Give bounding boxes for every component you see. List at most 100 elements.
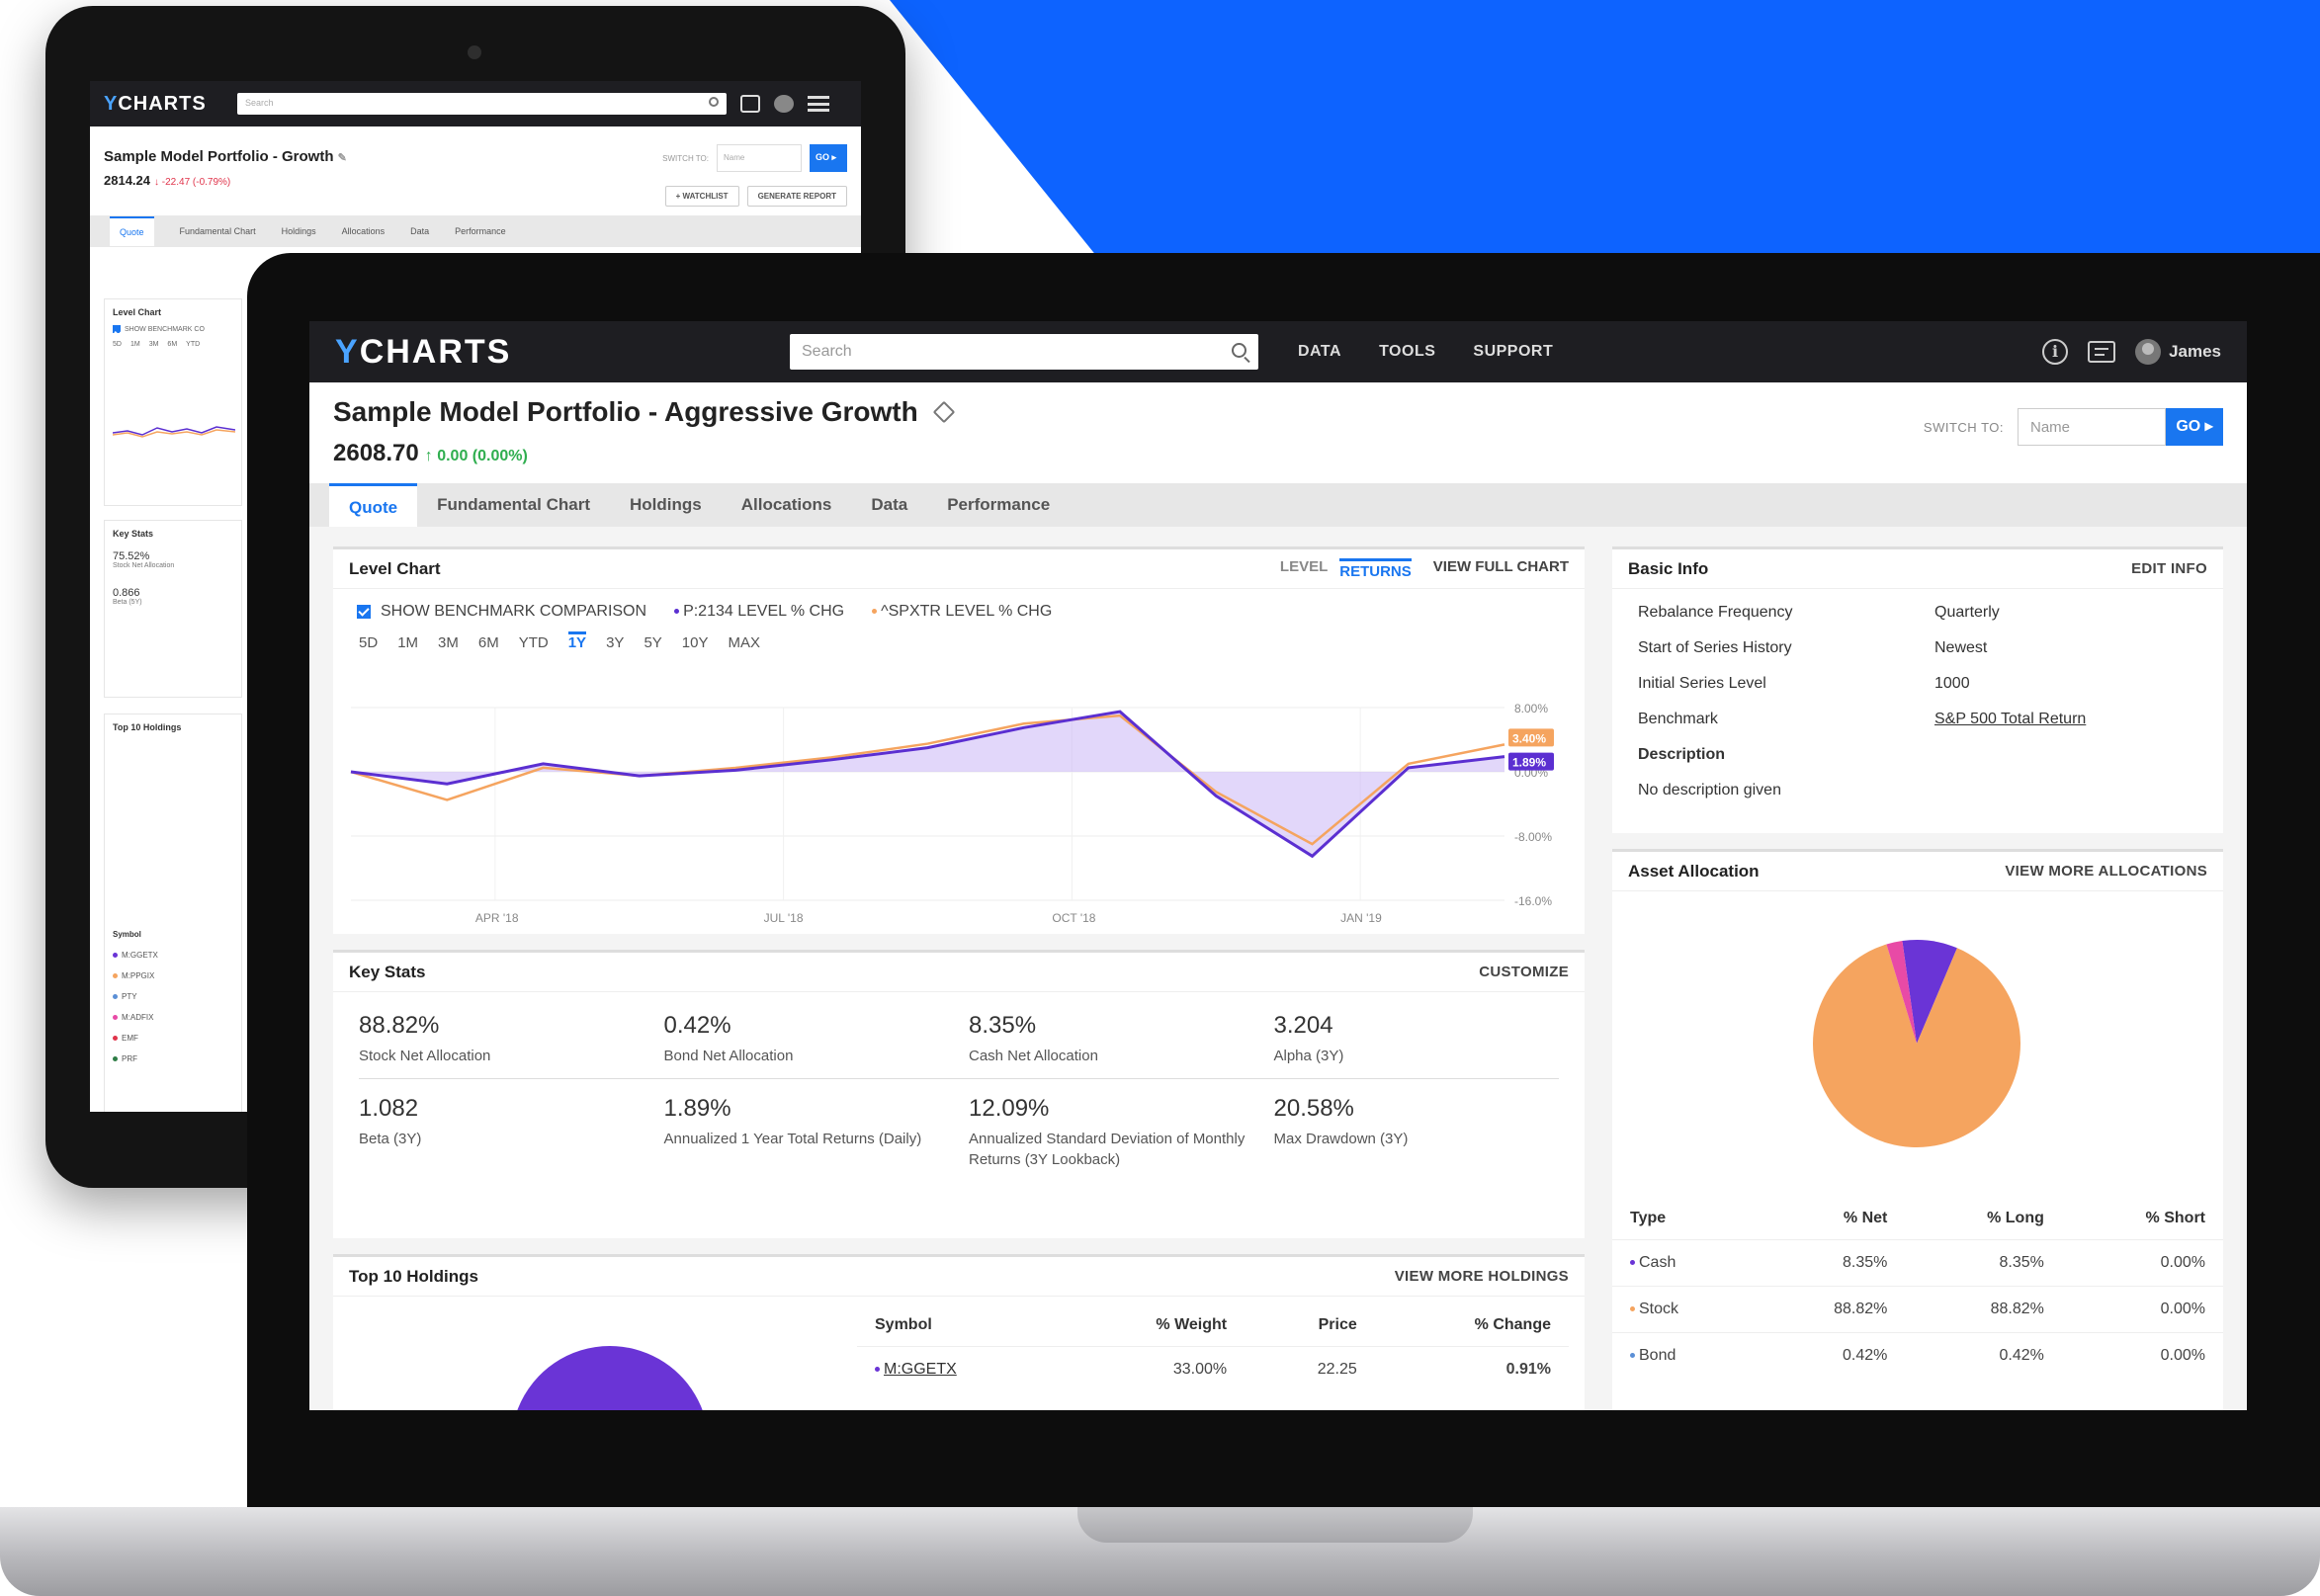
col-change[interactable]: % Change (1375, 1304, 1569, 1347)
col-symbol[interactable]: Symbol (857, 1304, 1061, 1347)
list-item[interactable]: EMF (113, 1034, 233, 1043)
edit-pencil-icon[interactable] (932, 400, 956, 424)
list-item[interactable]: PRF (113, 1054, 233, 1063)
nav-data-link[interactable]: DATA (1298, 343, 1341, 361)
basic-info-card: Basic Info EDIT INFO Rebalance Frequency… (1612, 546, 2223, 833)
tablet-benchmark-toggle[interactable]: SHOW BENCHMARK CO (113, 325, 233, 333)
benchmark-toggle-label: SHOW BENCHMARK COMPARISON (381, 603, 647, 620)
range-ytd[interactable]: YTD (519, 634, 549, 651)
asset-allocation-card: Asset Allocation VIEW MORE ALLOCATIONS T… (1612, 849, 2223, 1410)
range-1y[interactable]: 1Y (567, 631, 587, 651)
view-full-chart-link[interactable]: VIEW FULL CHART (1433, 558, 1569, 580)
tab-data[interactable]: Data (851, 483, 927, 527)
list-item[interactable]: M:PPGIX (113, 971, 233, 980)
view-more-allocations-link[interactable]: VIEW MORE ALLOCATIONS (2005, 863, 2207, 880)
go-button[interactable]: GO ▸ (2166, 408, 2223, 446)
range-5d[interactable]: 5D (359, 634, 378, 651)
range-6m[interactable]: 6M (478, 634, 499, 651)
page-tabs: Quote Fundamental Chart Holdings Allocat… (309, 483, 2247, 527)
asset-allocation-title: Asset Allocation (1628, 861, 1760, 881)
tablet-tab-holdings[interactable]: Holdings (282, 226, 316, 236)
chat-icon[interactable] (740, 95, 760, 113)
col-net[interactable]: % Net (1755, 1198, 1906, 1240)
tab-holdings[interactable]: Holdings (610, 483, 722, 527)
col-weight[interactable]: % Weight (1061, 1304, 1245, 1347)
chart-mode-toggle: LEVEL RETURNS VIEW FULL CHART (1280, 557, 1569, 580)
tablet-symbol[interactable]: M:GGETX (122, 951, 158, 960)
switch-input[interactable]: Name (2018, 408, 2166, 446)
info-key: Rebalance Frequency (1638, 604, 1793, 621)
customize-link[interactable]: CUSTOMIZE (1479, 964, 1569, 980)
view-more-holdings-link[interactable]: VIEW MORE HOLDINGS (1395, 1268, 1569, 1285)
edit-icon[interactable]: ✎ (338, 152, 347, 164)
col-long[interactable]: % Long (1905, 1198, 2062, 1240)
watchlist-button[interactable]: + WATCHLIST (664, 186, 739, 207)
tablet-tab-performance[interactable]: Performance (455, 226, 506, 236)
tablet-tab-allocations[interactable]: Allocations (342, 226, 386, 236)
tablet-tab-data[interactable]: Data (410, 226, 429, 236)
top-holdings-header: Top 10 Holdings VIEW MORE HOLDINGS (333, 1257, 1585, 1297)
tablet-logo[interactable]: YCHARTS (104, 93, 237, 116)
chat-icon[interactable] (2088, 341, 2116, 363)
search-icon[interactable] (1232, 343, 1246, 358)
mode-level-toggle[interactable]: LEVEL (1280, 558, 1328, 580)
info-icon[interactable]: i (2042, 339, 2069, 365)
tab-allocations[interactable]: Allocations (722, 483, 852, 527)
tab-performance[interactable]: Performance (927, 483, 1070, 527)
tablet-search-input[interactable]: Search (237, 93, 727, 115)
list-item[interactable]: M:GGETX (113, 951, 233, 960)
table-row[interactable]: M:GGETX 33.00% 22.25 0.91% (857, 1346, 1569, 1392)
benchmark-link[interactable]: S&P 500 Total Return (1934, 711, 2086, 728)
col-short[interactable]: % Short (2062, 1198, 2223, 1240)
tablet-tab-fundamental-chart[interactable]: Fundamental Chart (180, 226, 256, 236)
col-type[interactable]: Type (1612, 1198, 1755, 1240)
range-max[interactable]: MAX (729, 634, 761, 651)
range-10y[interactable]: 10Y (682, 634, 709, 651)
nav-tools-link[interactable]: TOOLS (1379, 343, 1435, 361)
range-1m[interactable]: 1M (397, 634, 418, 651)
tablet-tabs: Quote Fundamental Chart Holdings Allocat… (90, 215, 861, 247)
tablet-go-button[interactable]: GO ▸ (810, 144, 847, 172)
stat-value: 1.082 (359, 1095, 419, 1122)
tablet-range-5d[interactable]: 5D (113, 341, 122, 348)
tablet-top-holdings-card: Top 10 Holdings Symbol M:GGETX M:PPGIX P… (104, 714, 242, 1112)
tablet-range-3m[interactable]: 3M (149, 341, 159, 348)
avatar-icon[interactable] (774, 95, 794, 113)
range-3y[interactable]: 3Y (606, 634, 624, 651)
list-item[interactable]: PTY (113, 992, 233, 1001)
nav-support-link[interactable]: SUPPORT (1473, 343, 1553, 361)
tablet-symbol[interactable]: M:ADFIX (122, 1013, 153, 1022)
tablet-header: Sample Model Portfolio - Growth ✎ 2814.2… (90, 126, 861, 215)
tab-quote[interactable]: Quote (329, 483, 418, 527)
tablet-symbol[interactable]: EMF (122, 1034, 138, 1043)
col-price[interactable]: Price (1245, 1304, 1375, 1347)
generate-report-button[interactable]: GENERATE REPORT (746, 186, 847, 207)
tab-fundamental-chart[interactable]: Fundamental Chart (417, 483, 610, 527)
search-icon[interactable] (709, 97, 719, 107)
mode-returns-toggle[interactable]: RETURNS (1339, 557, 1412, 580)
holding-symbol-link[interactable]: M:GGETX (884, 1361, 957, 1378)
edit-info-link[interactable]: EDIT INFO (2131, 560, 2207, 577)
menu-icon[interactable] (808, 96, 829, 112)
returns-area (351, 712, 1504, 857)
tablet-range-1m[interactable]: 1M (130, 341, 140, 348)
search-input[interactable]: Search (790, 334, 1258, 370)
alloc-long: 8.35% (1905, 1239, 2062, 1287)
tablet-range-ytd[interactable]: YTD (186, 341, 200, 348)
user-menu[interactable]: James (2135, 339, 2221, 365)
tablet-symbol[interactable]: M:PPGIX (122, 971, 154, 980)
tablet-level-chart-card: Level Chart SHOW BENCHMARK CO 5D 1M 3M 6… (104, 298, 242, 506)
level-chart-header: Level Chart LEVEL RETURNS VIEW FULL CHAR… (333, 549, 1585, 589)
range-5y[interactable]: 5Y (644, 634, 661, 651)
benchmark-checkbox[interactable] (357, 604, 371, 619)
tablet-symbol[interactable]: PTY (122, 992, 137, 1001)
tablet-range-6m[interactable]: 6M (167, 341, 177, 348)
tablet-symbol[interactable]: PRF (122, 1054, 137, 1063)
benchmark-toggle[interactable]: SHOW BENCHMARK COMPARISON (357, 603, 646, 621)
ycharts-logo[interactable]: YCHARTS (335, 333, 790, 372)
range-3m[interactable]: 3M (438, 634, 459, 651)
holding-change: 0.91% (1374, 1346, 1569, 1392)
tablet-switch-input[interactable]: Name (717, 144, 802, 172)
tablet-tab-quote[interactable]: Quote (110, 216, 154, 246)
list-item[interactable]: M:ADFIX (113, 1013, 233, 1022)
